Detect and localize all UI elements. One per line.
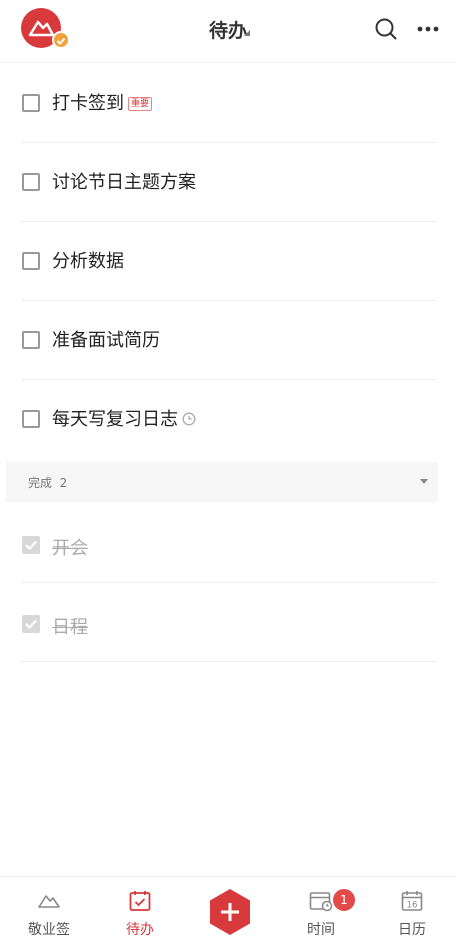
completed-task-label: 日程: [52, 617, 88, 638]
tab-label: 敬业签: [28, 922, 70, 938]
task-label: 分析数据: [52, 251, 124, 272]
task-item[interactable]: 分析数据: [0, 222, 456, 301]
task-checkbox[interactable]: [22, 94, 40, 112]
tab-label: 日历: [398, 922, 426, 938]
more-icon[interactable]: [417, 18, 439, 40]
completed-task-item[interactable]: 开会: [0, 504, 456, 583]
bottom-tab-bar: 敬业签 待办 时间 16 日历: [0, 876, 456, 942]
notification-badge: 1: [331, 887, 357, 913]
add-hexagon-icon[interactable]: [205, 887, 255, 937]
divider: [21, 661, 437, 662]
tab-calendar[interactable]: 16 日历: [377, 877, 447, 942]
clock-icon: [182, 412, 196, 426]
important-tag: 重要: [128, 97, 153, 111]
checked-checkbox[interactable]: [22, 536, 40, 554]
task-item[interactable]: 讨论节日主题方案: [0, 143, 456, 222]
task-item[interactable]: 准备面试简历: [0, 301, 456, 380]
todo-calendar-icon: [129, 891, 151, 911]
completed-label: 完成: [28, 476, 53, 490]
completed-task-item[interactable]: 日程: [0, 583, 456, 662]
title-dropdown-icon[interactable]: [244, 30, 250, 36]
tab-todo[interactable]: 待办: [105, 877, 175, 942]
task-item[interactable]: 每天写复习日志: [0, 380, 456, 459]
time-calendar-icon: [309, 892, 333, 912]
tab-label: 待办: [126, 922, 154, 938]
tab-label: 时间: [307, 922, 335, 938]
checkmark-icon: [25, 540, 37, 551]
mountain-icon: [38, 895, 60, 908]
task-label: 准备面试简历: [52, 330, 160, 351]
task-label: 讨论节日主题方案: [52, 172, 196, 193]
calendar-16-icon: 16: [401, 891, 423, 911]
tab-jingyeqian[interactable]: 敬业签: [14, 877, 84, 942]
chevron-down-icon[interactable]: [420, 479, 428, 484]
task-label: 每天写复习日志: [52, 409, 178, 430]
task-item[interactable]: 打卡签到 重要: [0, 64, 456, 143]
task-checkbox[interactable]: [22, 173, 40, 191]
completed-task-label: 开会: [52, 538, 88, 559]
task-checkbox[interactable]: [22, 252, 40, 270]
task-checkbox[interactable]: [22, 410, 40, 428]
completed-section-header[interactable]: 完成 2: [6, 462, 438, 502]
task-checkbox[interactable]: [22, 331, 40, 349]
completed-count: 2: [59, 476, 68, 490]
checkmark-icon: [25, 619, 37, 630]
search-icon[interactable]: [375, 18, 397, 40]
top-bar: 待办: [0, 0, 456, 63]
checked-checkbox[interactable]: [22, 615, 40, 633]
svg-text:16: 16: [407, 901, 418, 911]
task-label: 打卡签到: [52, 93, 124, 114]
